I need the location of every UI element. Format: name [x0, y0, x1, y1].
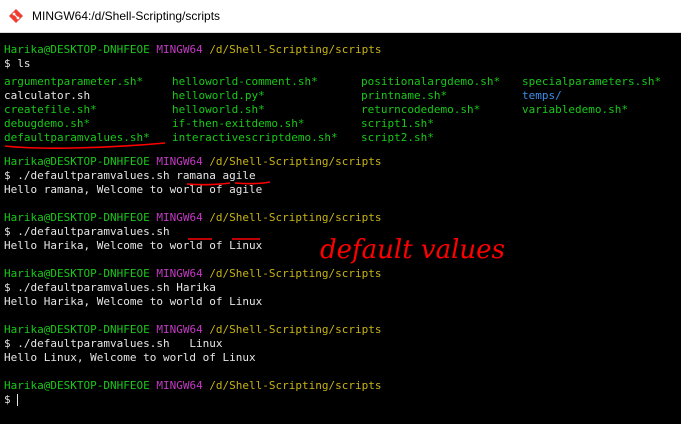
- prompt-env: MINGW64: [156, 43, 203, 56]
- command-text: ./defaultparamvalues.sh Linux: [17, 337, 223, 350]
- ls-file: returncodedemo.sh*: [361, 103, 481, 116]
- ls-file: helloworld.sh*: [172, 103, 265, 116]
- ls-file: calculator.sh: [4, 89, 91, 102]
- git-bash-icon[interactable]: [8, 8, 24, 24]
- command-text: ./defaultparamvalues.sh: [17, 225, 170, 238]
- prompt-line: Harika@DESKTOP-DNHFEOE MINGW64 /d/Shell-…: [4, 43, 382, 57]
- prompt-path: /d/Shell-Scripting/scripts: [209, 211, 382, 224]
- ls-directory: temps/: [522, 89, 562, 102]
- ls-file: debugdemo.sh*: [4, 117, 91, 130]
- prompt-path: /d/Shell-Scripting/scripts: [209, 43, 382, 56]
- prompt-user-host: Harika@DESKTOP-DNHFEOE: [4, 323, 150, 336]
- input-line[interactable]: $: [4, 393, 19, 407]
- command-text: ./defaultparamvalues.sh Harika: [17, 281, 216, 294]
- prompt-user-host: Harika@DESKTOP-DNHFEOE: [4, 155, 150, 168]
- prompt-line: Harika@DESKTOP-DNHFEOE MINGW64 /d/Shell-…: [4, 267, 382, 281]
- command-line: $ ./defaultparamvalues.sh Linux: [4, 337, 223, 351]
- prompt-env: MINGW64: [156, 267, 203, 280]
- command-line: $ ./defaultparamvalues.sh: [4, 225, 170, 239]
- prompt-user-host: Harika@DESKTOP-DNHFEOE: [4, 267, 150, 280]
- ls-file: helloworld-comment.sh*: [172, 75, 318, 88]
- ls-file: defaultparamvalues.sh*: [4, 131, 150, 144]
- command-line: $ ls: [4, 57, 31, 71]
- ls-file: variabledemo.sh*: [522, 103, 628, 116]
- prompt-symbol: $: [4, 57, 11, 70]
- prompt-symbol: $: [4, 169, 11, 182]
- ls-file: if-then-exitdemo.sh*: [172, 117, 305, 130]
- command-text: ls: [17, 57, 31, 70]
- command-output: Hello Harika, Welcome to world of Linux: [4, 239, 263, 252]
- prompt-user-host: Harika@DESKTOP-DNHFEOE: [4, 379, 150, 392]
- terminal-area[interactable]: Harika@DESKTOP-DNHFEOE MINGW64 /d/Shell-…: [0, 33, 681, 424]
- prompt-line: Harika@DESKTOP-DNHFEOE MINGW64 /d/Shell-…: [4, 323, 382, 337]
- prompt-path: /d/Shell-Scripting/scripts: [209, 323, 382, 336]
- prompt-path: /d/Shell-Scripting/scripts: [209, 155, 382, 168]
- prompt-symbol: $: [4, 281, 11, 294]
- prompt-line: Harika@DESKTOP-DNHFEOE MINGW64 /d/Shell-…: [4, 155, 382, 169]
- ls-file: interactivescriptdemo.sh*: [172, 131, 338, 144]
- command-output: Hello Linux, Welcome to world of Linux: [4, 351, 256, 364]
- ls-file: script2.sh*: [361, 131, 434, 144]
- command-output: Hello ramana, Welcome to world of agile: [4, 183, 263, 196]
- prompt-env: MINGW64: [156, 155, 203, 168]
- ls-file: positionalargdemo.sh*: [361, 75, 501, 88]
- command-output: Hello Harika, Welcome to world of Linux: [4, 295, 263, 308]
- prompt-symbol: $: [4, 225, 11, 238]
- ls-file: argumentparameter.sh*: [4, 75, 144, 88]
- ls-file: createfile.sh*: [4, 103, 97, 116]
- prompt-symbol: $: [4, 393, 11, 406]
- ls-file: helloworld.py*: [172, 89, 265, 102]
- ls-file: printname.sh*: [361, 89, 448, 102]
- title-bar: MINGW64:/d/Shell-Scripting/scripts: [0, 0, 681, 33]
- command-line: $ ./defaultparamvalues.sh ramana agile: [4, 169, 256, 183]
- text-cursor: [17, 394, 19, 406]
- command-text: ./defaultparamvalues.sh ramana agile: [17, 169, 256, 182]
- ls-file: specialparameters.sh*: [522, 75, 662, 88]
- prompt-user-host: Harika@DESKTOP-DNHFEOE: [4, 211, 150, 224]
- prompt-env: MINGW64: [156, 379, 203, 392]
- prompt-user-host: Harika@DESKTOP-DNHFEOE: [4, 43, 150, 56]
- prompt-line: Harika@DESKTOP-DNHFEOE MINGW64 /d/Shell-…: [4, 379, 382, 393]
- command-line: $ ./defaultparamvalues.sh Harika: [4, 281, 216, 295]
- prompt-line: Harika@DESKTOP-DNHFEOE MINGW64 /d/Shell-…: [4, 211, 382, 225]
- ls-file: script1.sh*: [361, 117, 434, 130]
- prompt-env: MINGW64: [156, 323, 203, 336]
- prompt-path: /d/Shell-Scripting/scripts: [209, 379, 382, 392]
- prompt-path: /d/Shell-Scripting/scripts: [209, 267, 382, 280]
- prompt-symbol: $: [4, 337, 11, 350]
- prompt-env: MINGW64: [156, 211, 203, 224]
- window-title: MINGW64:/d/Shell-Scripting/scripts: [32, 9, 221, 23]
